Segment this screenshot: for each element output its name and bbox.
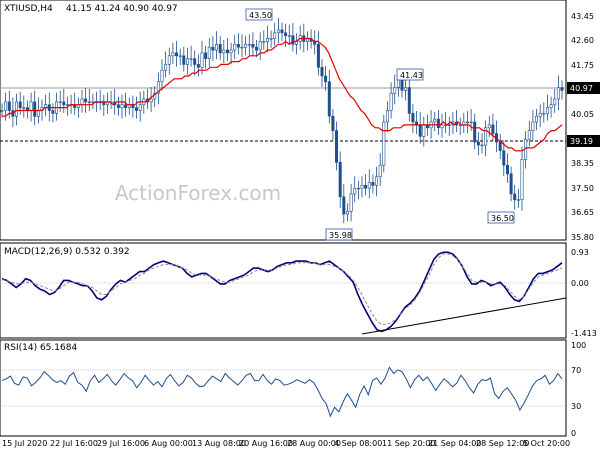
chart: ActionForex.com XTIUSD,H4 41.15 41.24 40… — [0, 0, 600, 448]
rsi-tick: 30 — [571, 402, 581, 411]
price-tick: 35.80 — [571, 233, 594, 242]
price-panel — [0, 0, 567, 241]
macd-panel — [0, 242, 567, 339]
macd-y-axis: 0.93 0.00 -1.413 — [571, 248, 597, 338]
x-tick: 13 Aug 08:00 — [192, 439, 246, 448]
x-tick: 21 Sep 04:00 — [428, 439, 481, 448]
rsi-y-axis: 100 70 30 0 — [571, 341, 586, 438]
price-y-axis: 43.45 42.60 41.75 40.05 38.35 37.50 36.6… — [571, 12, 594, 242]
price-tick: 38.35 — [571, 159, 594, 168]
x-tick: 22 Jul 16:00 — [50, 439, 98, 448]
macd-tick: 0.00 — [571, 279, 589, 288]
price-tick: 42.60 — [571, 36, 594, 45]
x-tick: 28 Sep 12:00 — [476, 439, 529, 448]
level-label: 39.19 — [570, 137, 593, 146]
price-tick: 43.45 — [571, 12, 594, 21]
x-tick: 15 Jul 2020 — [2, 439, 47, 448]
symbol-label: XTIUSD,H4 — [4, 4, 53, 14]
x-tick: 6 Aug 00:00 — [144, 439, 193, 448]
x-tick: 5 Oct 20:00 — [523, 439, 570, 448]
rsi-label: RSI(14) 65.1684 — [4, 343, 77, 353]
rsi-tick: 0 — [571, 429, 576, 438]
annotation-trough: 36.50 — [491, 214, 514, 223]
macd-tick: -1.413 — [571, 329, 597, 338]
x-tick: 4 Sep 08:00 — [334, 439, 382, 448]
watermark: ActionForex.com — [115, 181, 281, 205]
current-price-label: 40.97 — [570, 84, 593, 93]
rsi-panel — [0, 339, 567, 437]
price-tick: 36.65 — [571, 208, 594, 217]
price-tick: 40.05 — [571, 110, 594, 119]
ohlc-label: 41.15 41.24 40.90 40.97 — [66, 4, 178, 14]
x-tick: 29 Jul 16:00 — [97, 439, 145, 448]
x-tick: 28 Aug 00:00 — [287, 439, 341, 448]
annotation-high: 43.50 — [249, 11, 272, 20]
macd-tick: 0.93 — [571, 248, 589, 257]
price-tick: 41.75 — [571, 61, 594, 70]
price-candle-body — [0, 110, 4, 112]
rsi-tick: 100 — [571, 341, 586, 350]
annotation-peak: 41.43 — [400, 71, 423, 80]
price-tick: 37.50 — [571, 184, 594, 193]
x-axis: 15 Jul 2020 22 Jul 16:00 29 Jul 16:00 6 … — [2, 439, 570, 448]
macd-label: MACD(12,26,9) 0.532 0.392 — [4, 247, 130, 257]
annotation-low: 35.98 — [329, 231, 352, 240]
rsi-tick: 70 — [571, 366, 581, 375]
x-tick: 20 Aug 16:00 — [239, 439, 293, 448]
